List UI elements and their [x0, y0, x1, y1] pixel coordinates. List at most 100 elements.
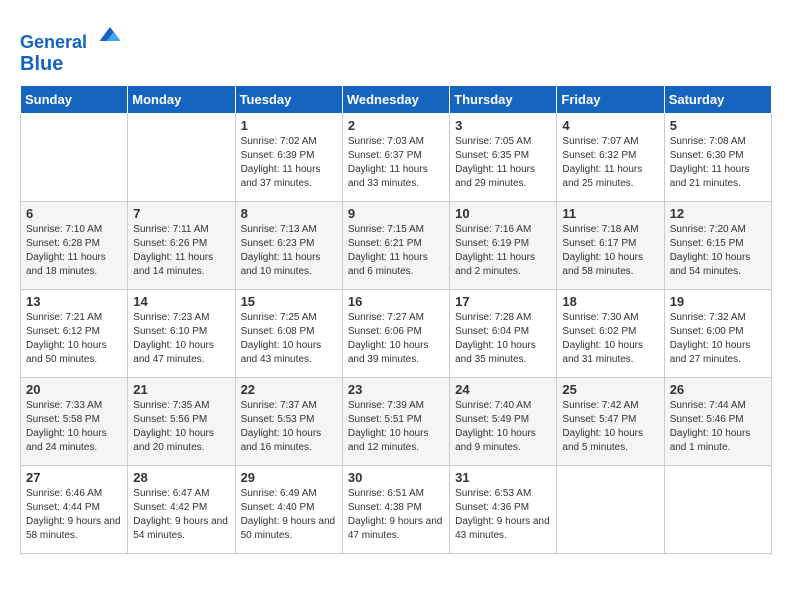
day-number: 4 — [562, 118, 658, 133]
cell-content: Sunrise: 7:20 AM Sunset: 6:15 PM Dayligh… — [670, 223, 766, 279]
cell-content: Sunrise: 7:30 AM Sunset: 6:02 PM Dayligh… — [562, 311, 658, 367]
day-of-week-header: Saturday — [664, 85, 771, 113]
cell-content: Sunrise: 7:05 AM Sunset: 6:35 PM Dayligh… — [455, 135, 551, 191]
day-number: 15 — [241, 294, 337, 309]
logo: General Blue — [20, 20, 124, 75]
calendar-cell — [664, 465, 771, 553]
day-number: 30 — [348, 470, 444, 485]
calendar-cell: 1Sunrise: 7:02 AM Sunset: 6:39 PM Daylig… — [235, 113, 342, 201]
calendar-cell: 30 Sunrise: 6:51 AM Sunset: 4:38 PM Dayli… — [342, 465, 449, 553]
day-number: 9 — [348, 206, 444, 221]
cell-content: Sunrise: 7:10 AM Sunset: 6:28 PM Dayligh… — [26, 223, 122, 279]
day-number: 8 — [241, 206, 337, 221]
cell-content: Sunrise: 7:33 AM Sunset: 5:58 PM Dayligh… — [26, 399, 122, 455]
calendar-week-row: 20 Sunrise: 7:33 AM Sunset: 5:58 PM Dayli… — [21, 377, 772, 465]
day-number: 5 — [670, 118, 766, 133]
calendar-cell: 5Sunrise: 7:08 AM Sunset: 6:30 PM Daylig… — [664, 113, 771, 201]
day-number: 26 — [670, 382, 766, 397]
calendar-cell: 3 Sunrise: 7:05 AM Sunset: 6:35 PM Daylig… — [450, 113, 557, 201]
calendar-cell: 8 Sunrise: 7:13 AM Sunset: 6:23 PM Daylig… — [235, 201, 342, 289]
calendar-week-row: 27 Sunrise: 6:46 AM Sunset: 4:44 PM Dayli… — [21, 465, 772, 553]
cell-content: Sunrise: 7:25 AM Sunset: 6:08 PM Dayligh… — [241, 311, 337, 367]
calendar-week-row: 6 Sunrise: 7:10 AM Sunset: 6:28 PM Daylig… — [21, 201, 772, 289]
calendar-cell — [128, 113, 235, 201]
logo-blue: Blue — [20, 53, 124, 75]
calendar-cell: 26 Sunrise: 7:44 AM Sunset: 5:46 PM Dayli… — [664, 377, 771, 465]
calendar-cell: 2 Sunrise: 7:03 AM Sunset: 6:37 PM Daylig… — [342, 113, 449, 201]
cell-content: Sunrise: 7:16 AM Sunset: 6:19 PM Dayligh… — [455, 223, 551, 279]
cell-content: Sunrise: 7:02 AM Sunset: 6:39 PM Dayligh… — [241, 135, 337, 191]
calendar-cell: 16 Sunrise: 7:27 AM Sunset: 6:06 PM Dayli… — [342, 289, 449, 377]
cell-content: Sunrise: 6:53 AM Sunset: 4:36 PM Dayligh… — [455, 487, 551, 543]
day-number: 22 — [241, 382, 337, 397]
day-number: 27 — [26, 470, 122, 485]
calendar-cell — [21, 113, 128, 201]
cell-content: Sunrise: 7:21 AM Sunset: 6:12 PM Dayligh… — [26, 311, 122, 367]
day-number: 16 — [348, 294, 444, 309]
day-number: 6 — [26, 206, 122, 221]
cell-content: Sunrise: 7:07 AM Sunset: 6:32 PM Dayligh… — [562, 135, 658, 191]
day-number: 3 — [455, 118, 551, 133]
cell-content: Sunrise: 7:15 AM Sunset: 6:21 PM Dayligh… — [348, 223, 444, 279]
day-number: 13 — [26, 294, 122, 309]
day-of-week-header: Monday — [128, 85, 235, 113]
page-header: General Blue — [20, 20, 772, 75]
calendar-week-row: 1Sunrise: 7:02 AM Sunset: 6:39 PM Daylig… — [21, 113, 772, 201]
calendar-header-row: SundayMondayTuesdayWednesdayThursdayFrid… — [21, 85, 772, 113]
day-number: 11 — [562, 206, 658, 221]
cell-content: Sunrise: 7:13 AM Sunset: 6:23 PM Dayligh… — [241, 223, 337, 279]
calendar-cell: 9 Sunrise: 7:15 AM Sunset: 6:21 PM Daylig… — [342, 201, 449, 289]
day-number: 24 — [455, 382, 551, 397]
day-number: 7 — [133, 206, 229, 221]
calendar-cell: 14 Sunrise: 7:23 AM Sunset: 6:10 PM Dayli… — [128, 289, 235, 377]
cell-content: Sunrise: 7:40 AM Sunset: 5:49 PM Dayligh… — [455, 399, 551, 455]
cell-content: Sunrise: 7:37 AM Sunset: 5:53 PM Dayligh… — [241, 399, 337, 455]
day-number: 23 — [348, 382, 444, 397]
day-number: 17 — [455, 294, 551, 309]
day-of-week-header: Friday — [557, 85, 664, 113]
cell-content: Sunrise: 6:49 AM Sunset: 4:40 PM Dayligh… — [241, 487, 337, 543]
cell-content: Sunrise: 7:28 AM Sunset: 6:04 PM Dayligh… — [455, 311, 551, 367]
cell-content: Sunrise: 7:35 AM Sunset: 5:56 PM Dayligh… — [133, 399, 229, 455]
calendar-cell: 11Sunrise: 7:18 AM Sunset: 6:17 PM Dayli… — [557, 201, 664, 289]
cell-content: Sunrise: 6:51 AM Sunset: 4:38 PM Dayligh… — [348, 487, 444, 543]
day-number: 21 — [133, 382, 229, 397]
calendar-cell: 15 Sunrise: 7:25 AM Sunset: 6:08 PM Dayli… — [235, 289, 342, 377]
calendar-cell: 29Sunrise: 6:49 AM Sunset: 4:40 PM Dayli… — [235, 465, 342, 553]
day-of-week-header: Sunday — [21, 85, 128, 113]
cell-content: Sunrise: 7:11 AM Sunset: 6:26 PM Dayligh… — [133, 223, 229, 279]
logo-text: General — [20, 20, 124, 53]
calendar-cell: 7 Sunrise: 7:11 AM Sunset: 6:26 PM Daylig… — [128, 201, 235, 289]
logo-icon — [96, 20, 124, 48]
calendar-cell: 13 Sunrise: 7:21 AM Sunset: 6:12 PM Dayli… — [21, 289, 128, 377]
calendar-cell: 12 Sunrise: 7:20 AM Sunset: 6:15 PM Dayli… — [664, 201, 771, 289]
calendar-cell: 20 Sunrise: 7:33 AM Sunset: 5:58 PM Dayli… — [21, 377, 128, 465]
cell-content: Sunrise: 6:46 AM Sunset: 4:44 PM Dayligh… — [26, 487, 122, 543]
calendar-cell: 6 Sunrise: 7:10 AM Sunset: 6:28 PM Daylig… — [21, 201, 128, 289]
cell-content: Sunrise: 7:27 AM Sunset: 6:06 PM Dayligh… — [348, 311, 444, 367]
day-number: 25 — [562, 382, 658, 397]
calendar-cell: 27 Sunrise: 6:46 AM Sunset: 4:44 PM Dayli… — [21, 465, 128, 553]
calendar-cell: 31Sunrise: 6:53 AM Sunset: 4:36 PM Dayli… — [450, 465, 557, 553]
cell-content: Sunrise: 7:42 AM Sunset: 5:47 PM Dayligh… — [562, 399, 658, 455]
day-number: 2 — [348, 118, 444, 133]
calendar-table: SundayMondayTuesdayWednesdayThursdayFrid… — [20, 85, 772, 554]
cell-content: Sunrise: 7:39 AM Sunset: 5:51 PM Dayligh… — [348, 399, 444, 455]
cell-content: Sunrise: 7:44 AM Sunset: 5:46 PM Dayligh… — [670, 399, 766, 455]
calendar-cell: 23 Sunrise: 7:39 AM Sunset: 5:51 PM Dayli… — [342, 377, 449, 465]
day-number: 12 — [670, 206, 766, 221]
day-number: 14 — [133, 294, 229, 309]
calendar-week-row: 13 Sunrise: 7:21 AM Sunset: 6:12 PM Dayli… — [21, 289, 772, 377]
cell-content: Sunrise: 7:23 AM Sunset: 6:10 PM Dayligh… — [133, 311, 229, 367]
calendar-cell: 21 Sunrise: 7:35 AM Sunset: 5:56 PM Dayli… — [128, 377, 235, 465]
calendar-cell: 25 Sunrise: 7:42 AM Sunset: 5:47 PM Dayli… — [557, 377, 664, 465]
calendar-cell: 4 Sunrise: 7:07 AM Sunset: 6:32 PM Daylig… — [557, 113, 664, 201]
calendar-cell: 17 Sunrise: 7:28 AM Sunset: 6:04 PM Dayli… — [450, 289, 557, 377]
calendar-cell: 24 Sunrise: 7:40 AM Sunset: 5:49 PM Dayli… — [450, 377, 557, 465]
day-number: 20 — [26, 382, 122, 397]
calendar-cell: 28Sunrise: 6:47 AM Sunset: 4:42 PM Dayli… — [128, 465, 235, 553]
cell-content: Sunrise: 7:03 AM Sunset: 6:37 PM Dayligh… — [348, 135, 444, 191]
calendar-cell: 10Sunrise: 7:16 AM Sunset: 6:19 PM Dayli… — [450, 201, 557, 289]
calendar-cell: 19Sunrise: 7:32 AM Sunset: 6:00 PM Dayli… — [664, 289, 771, 377]
day-of-week-header: Tuesday — [235, 85, 342, 113]
